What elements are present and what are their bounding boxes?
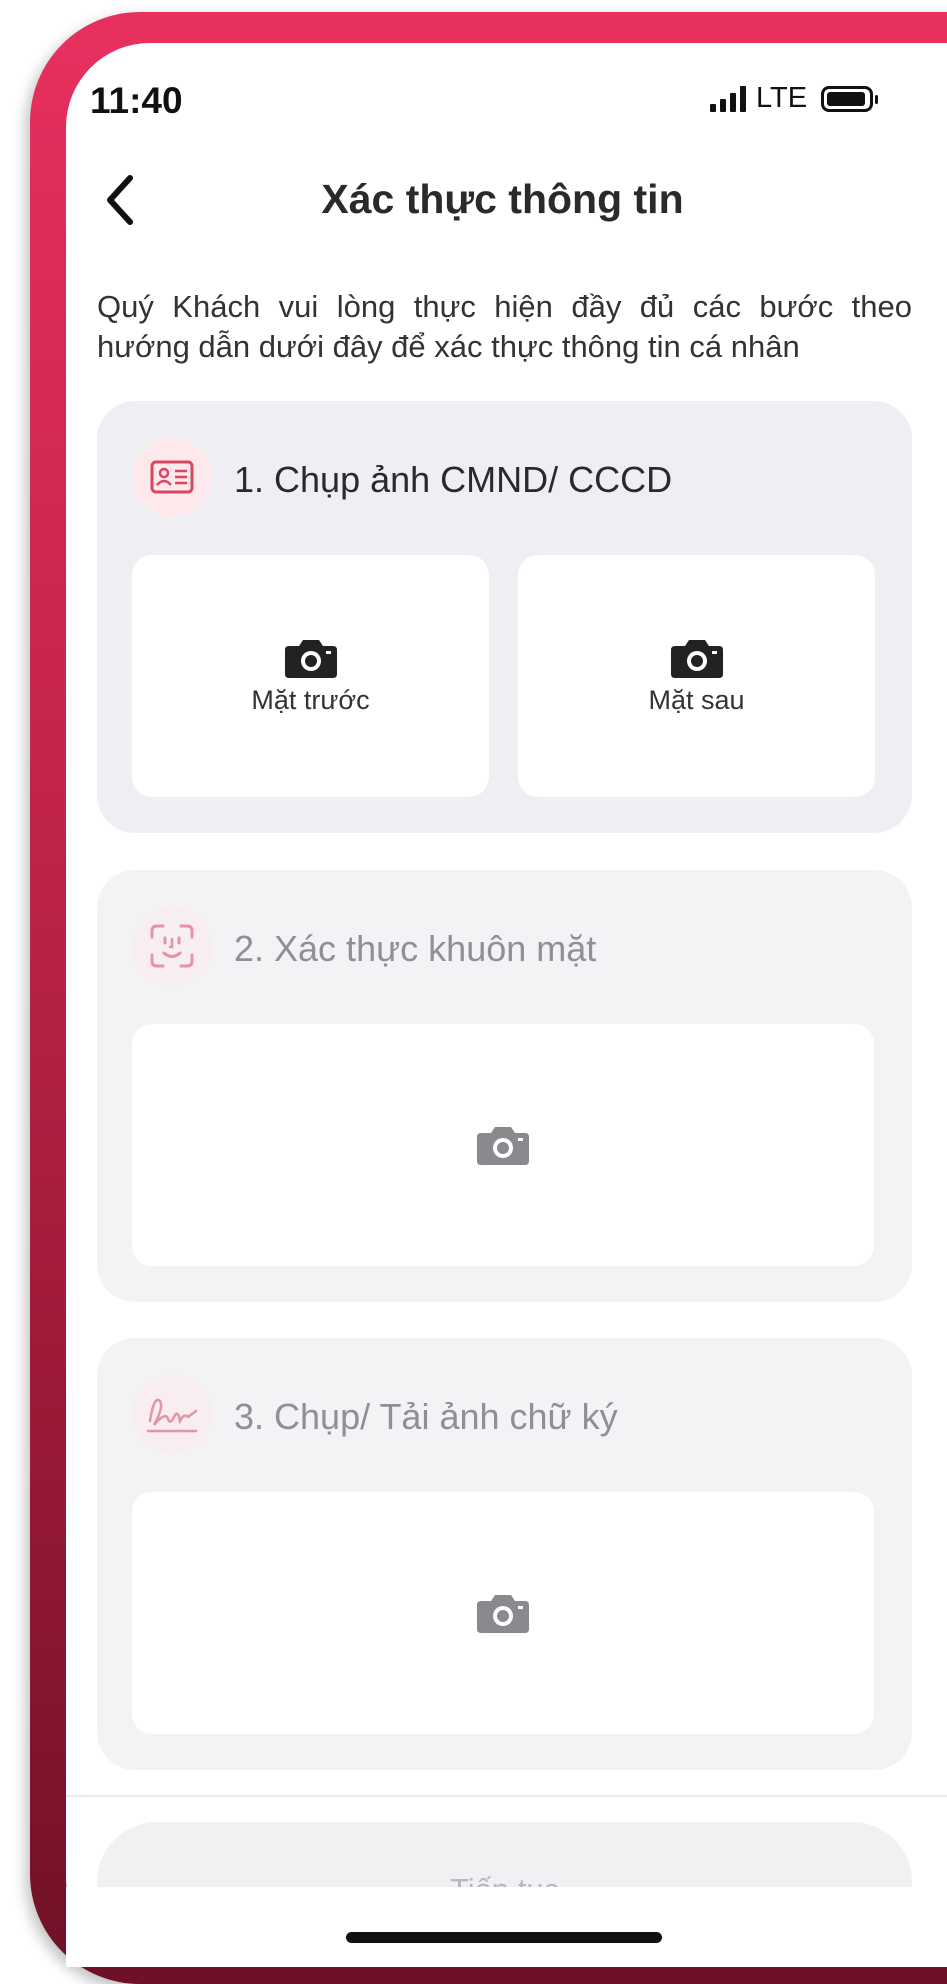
step-card-signature: 3. Chụp/ Tải ảnh chữ ký <box>97 1338 912 1770</box>
camera-icon <box>477 1595 529 1633</box>
id-card-icon <box>132 437 212 517</box>
step-card-id-photo: 1. Chụp ảnh CMND/ CCCD Mặt trước Mặt sau <box>97 401 912 833</box>
id-front-photo-button[interactable]: Mặt trước <box>132 555 489 797</box>
camera-icon <box>477 1127 529 1165</box>
page-title: Xác thực thông tin <box>321 176 684 222</box>
battery-icon <box>821 85 879 112</box>
camera-icon <box>670 639 723 678</box>
intro-text: Quý Khách vui lòng thực hiện đầy đủ các … <box>97 289 912 364</box>
step-title: 2. Xác thực khuôn mặt <box>234 928 597 969</box>
step-title: 3. Chụp/ Tải ảnh chữ ký <box>234 1396 618 1437</box>
id-back-photo-button[interactable]: Mặt sau <box>518 555 875 797</box>
signature-photo-button[interactable] <box>132 1492 874 1734</box>
network-type: LTE <box>756 82 808 114</box>
camera-icon <box>284 639 337 678</box>
face-scan-icon <box>132 906 212 986</box>
footer-band <box>66 1887 947 1967</box>
photo-label: Mặt sau <box>648 684 745 715</box>
status-time: 11:40 <box>90 80 183 121</box>
step-card-face-verify: 2. Xác thực khuôn mặt <box>97 870 912 1302</box>
footer-divider <box>66 1795 947 1797</box>
photo-label: Mặt trước <box>251 684 370 715</box>
face-photo-button[interactable] <box>132 1024 874 1266</box>
signal-icon <box>710 85 746 112</box>
status-indicators: LTE <box>710 82 879 115</box>
signature-icon <box>132 1374 212 1454</box>
home-indicator[interactable] <box>346 1932 662 1943</box>
step-title: 1. Chụp ảnh CMND/ CCCD <box>234 459 673 500</box>
